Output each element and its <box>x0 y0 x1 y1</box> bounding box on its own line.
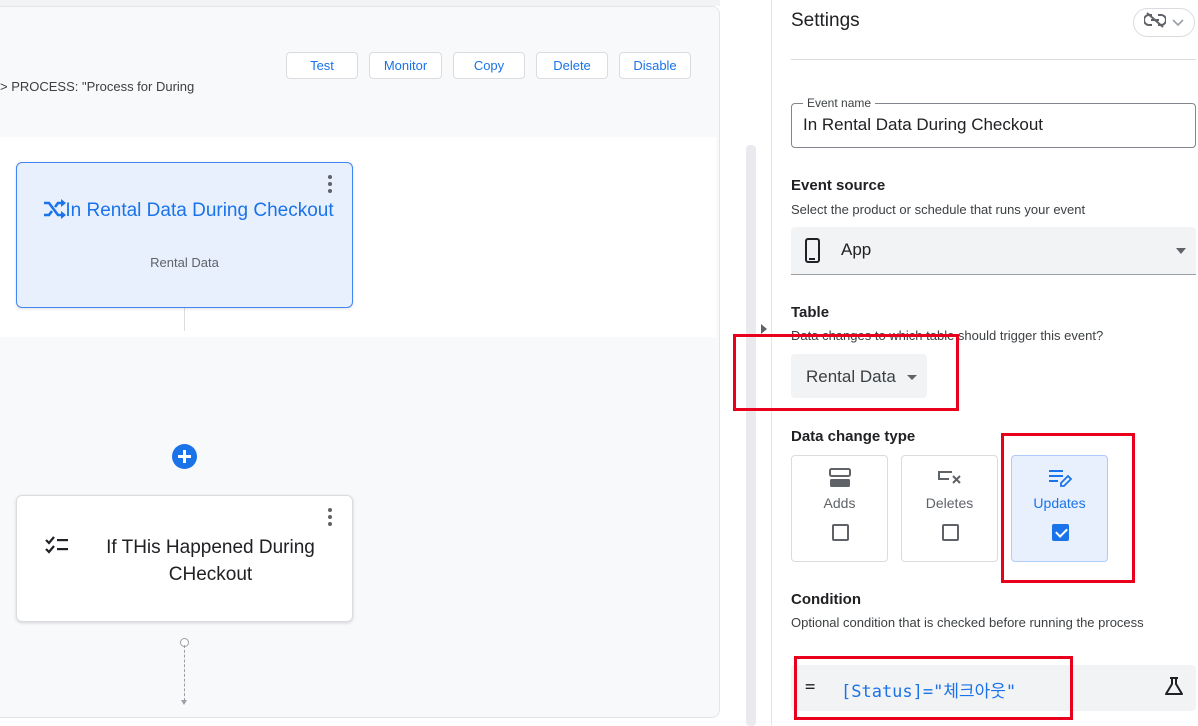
event-source-description: Select the product or schedule that runs… <box>791 202 1086 217</box>
add-step-icon[interactable] <box>172 444 197 469</box>
adds-option[interactable]: Adds <box>791 455 888 562</box>
table-select[interactable]: Rental Data <box>791 354 927 398</box>
event-source-title: Event source <box>791 177 886 194</box>
condition-expression[interactable]: [Status]="체크아웃" <box>841 677 1016 702</box>
table-value: Rental Data <box>806 367 896 386</box>
link-off-icon <box>1143 12 1167 33</box>
scrollbar[interactable] <box>746 145 756 726</box>
step-card-menu-icon[interactable] <box>326 508 334 526</box>
updates-checkbox[interactable] <box>1052 524 1069 541</box>
event-card-subtitle: Rental Data <box>150 255 219 270</box>
event-card[interactable]: In Rental Data During Checkout Rental Da… <box>16 162 353 308</box>
condition-description: Optional condition that is checked befor… <box>791 615 1144 630</box>
deletes-label: Deletes <box>925 495 974 511</box>
delete-button[interactable]: Delete <box>536 52 608 79</box>
event-source-select[interactable]: App <box>791 227 1196 275</box>
test-button[interactable]: Test <box>286 52 358 79</box>
deletes-icon <box>902 466 997 490</box>
updates-label: Updates <box>1033 495 1086 511</box>
event-card-title: In Rental Data During Checkout <box>65 200 334 221</box>
deletes-option[interactable]: Deletes <box>901 455 998 562</box>
table-description: Data changes to which table should trigg… <box>791 328 1104 343</box>
condition-expression-field[interactable]: = [Status]="체크아웃" <box>791 665 1196 711</box>
updates-option[interactable]: Updates <box>1011 455 1108 562</box>
monitor-button[interactable]: Monitor <box>369 52 442 79</box>
panel-divider <box>771 0 772 726</box>
event-name-field: Event name <box>791 96 1196 148</box>
dropdown-arrow-icon <box>1176 248 1186 254</box>
checklist-icon <box>45 536 69 559</box>
flask-icon[interactable] <box>1164 676 1184 701</box>
event-name-input[interactable] <box>803 115 1183 135</box>
adds-label: Adds <box>823 495 856 511</box>
disable-button[interactable]: Disable <box>619 52 691 79</box>
condition-title: Condition <box>791 591 861 608</box>
adds-checkbox[interactable] <box>832 524 849 541</box>
unlink-toggle[interactable] <box>1133 8 1195 37</box>
condition-operator: = <box>805 677 816 697</box>
event-card-menu-icon[interactable] <box>326 175 334 193</box>
dropdown-arrow-icon <box>907 375 917 380</box>
step-card[interactable]: If THis Happened During CHeckout <box>16 495 353 622</box>
settings-divider <box>791 59 1196 60</box>
data-change-type-title: Data change type <box>791 428 916 445</box>
collapse-arrow-icon[interactable] <box>761 324 767 334</box>
connector-line <box>184 307 185 331</box>
event-source-value: App <box>841 240 872 259</box>
phone-icon <box>805 238 820 263</box>
adds-icon <box>792 466 887 490</box>
settings-title: Settings <box>791 10 860 31</box>
connector-arrow-icon <box>181 700 187 705</box>
step-card-title: If THis Happened During CHeckout <box>106 537 315 585</box>
updates-icon <box>1012 466 1107 490</box>
deletes-checkbox[interactable] <box>942 524 959 541</box>
dashed-connector <box>184 645 185 701</box>
copy-button[interactable]: Copy <box>453 52 525 79</box>
event-name-label: Event name <box>803 96 876 110</box>
table-title: Table <box>791 304 830 321</box>
chevron-down-icon <box>1172 14 1184 32</box>
process-toolbar: Test Monitor Copy Delete Disable <box>286 52 691 79</box>
breadcrumb: > PROCESS: "Process for During <box>0 79 195 94</box>
